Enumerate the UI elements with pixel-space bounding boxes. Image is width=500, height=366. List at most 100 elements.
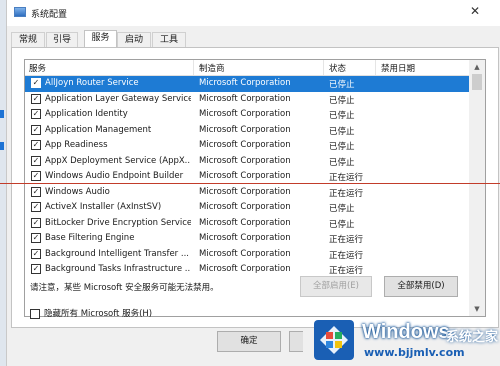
- service-status: 已停止: [329, 157, 355, 168]
- service-checkbox[interactable]: ✓: [31, 248, 41, 259]
- column-header-disabled-date[interactable]: 禁用日期: [381, 62, 415, 74]
- desktop-edge-marker: [0, 142, 4, 150]
- service-checkbox[interactable]: ✓: [31, 233, 41, 243]
- service-name: Background Intelligent Transfer ...: [45, 248, 189, 259]
- watermark-subtitle: 系统之家: [446, 330, 499, 345]
- service-name: App Readiness: [45, 140, 108, 150]
- site-watermark: Windows 系统之家 www.bjjmlv.com: [300, 316, 500, 366]
- service-name: Application Identity: [45, 109, 128, 119]
- services-panel: 服务 制造商 状态 禁用日期 ✓ AllJoyn Router Service Mi…: [11, 47, 499, 328]
- close-button[interactable]: ✕: [465, 3, 485, 19]
- service-checkbox[interactable]: ✓: [31, 186, 41, 197]
- service-checkbox[interactable]: ✓: [31, 78, 41, 88]
- table-row[interactable]: ✓ Base Filtering Engine Microsoft Corporat…: [25, 231, 471, 247]
- table-row[interactable]: ✓ Windows Audio Microsoft Corporation 正在运行: [25, 185, 471, 201]
- hide-microsoft-services-checkbox[interactable]: 隐藏所有 Microsoft 服务(H): [30, 307, 152, 319]
- service-manufacturer: Microsoft Corporation: [199, 248, 291, 259]
- service-status: 已停止: [329, 142, 355, 152]
- table-row[interactable]: ✓ AllJoyn Router Service Microsoft Corpora…: [25, 76, 471, 92]
- checkbox-box[interactable]: [30, 308, 40, 319]
- ok-button[interactable]: 确定: [217, 331, 281, 352]
- service-name: Application Management: [45, 124, 152, 135]
- window-title: 系统配置: [31, 10, 68, 20]
- service-checkbox[interactable]: ✓: [31, 109, 41, 119]
- service-status: 已停止: [329, 111, 355, 121]
- title-bar[interactable]: 系统配置 ✕: [7, 0, 500, 26]
- service-checkbox[interactable]: ✓: [31, 155, 41, 166]
- enable-all-button[interactable]: 全部启用(E): [300, 276, 372, 297]
- msconfig-icon: [14, 7, 26, 17]
- service-manufacturer: Microsoft Corporation: [199, 155, 291, 166]
- service-manufacturer: Microsoft Corporation: [199, 140, 291, 150]
- tab-tools[interactable]: 工具: [152, 32, 186, 47]
- service-manufacturer: Microsoft Corporation: [199, 78, 291, 88]
- service-checkbox[interactable]: ✓: [31, 217, 41, 228]
- table-row[interactable]: ✓ Application Identity Microsoft Corporati…: [25, 107, 471, 123]
- scroll-down-arrow-icon[interactable]: ▼: [469, 302, 485, 316]
- service-status: 已停止: [329, 204, 355, 214]
- service-name: AppX Deployment Service (AppX...: [45, 155, 191, 166]
- service-name: Base Filtering Engine: [45, 233, 135, 243]
- service-status: 已停止: [329, 126, 355, 137]
- table-row[interactable]: ✓ Application Management Microsoft Corpora…: [25, 123, 471, 139]
- service-checkbox[interactable]: ✓: [31, 93, 41, 104]
- service-manufacturer: Microsoft Corporation: [199, 124, 291, 135]
- scroll-thumb[interactable]: [472, 74, 482, 90]
- service-manufacturer: Microsoft Corporation: [199, 264, 291, 274]
- service-checkbox[interactable]: ✓: [31, 124, 41, 135]
- service-manufacturer: Microsoft Corporation: [199, 186, 291, 197]
- service-name: ActiveX Installer (AxInstSV): [45, 202, 162, 212]
- security-note: 请注意，某些 Microsoft 安全服务可能无法禁用。: [30, 283, 219, 293]
- hide-microsoft-services-label: 隐藏所有 Microsoft 服务(H): [44, 309, 153, 319]
- desktop-edge-marker: [0, 110, 4, 118]
- service-manufacturer: Microsoft Corporation: [199, 93, 291, 104]
- tab-services[interactable]: 服务: [84, 30, 117, 48]
- service-status: 正在运行: [329, 266, 364, 276]
- service-manufacturer: Microsoft Corporation: [199, 202, 291, 212]
- tab-general[interactable]: 常规: [11, 32, 45, 47]
- service-name: AllJoyn Router Service: [45, 78, 139, 88]
- service-name: Windows Audio: [45, 186, 110, 197]
- table-row[interactable]: ✓ Background Intelligent Transfer ... Micr…: [25, 247, 471, 263]
- vertical-scrollbar[interactable]: ▲ ▼: [469, 60, 485, 316]
- list-header: 服务 制造商 状态 禁用日期: [25, 60, 471, 76]
- watermark-brand: Windows: [362, 321, 450, 343]
- service-status: 正在运行: [329, 188, 364, 199]
- table-row[interactable]: ✓ Application Layer Gateway Service Micros…: [25, 92, 471, 108]
- service-checkbox[interactable]: ✓: [31, 202, 41, 212]
- service-checkbox[interactable]: ✓: [31, 171, 41, 181]
- disable-all-button[interactable]: 全部禁用(D): [384, 276, 458, 297]
- service-manufacturer: Microsoft Corporation: [199, 233, 291, 243]
- table-row[interactable]: ✓ ActiveX Installer (AxInstSV) Microsoft C…: [25, 200, 471, 216]
- service-status: 正在运行: [329, 235, 364, 245]
- column-divider[interactable]: [193, 60, 194, 75]
- column-header-manufacturer[interactable]: 制造商: [199, 62, 225, 74]
- service-checkbox[interactable]: ✓: [31, 140, 41, 150]
- windows-logo-icon: [314, 320, 354, 360]
- service-manufacturer: Microsoft Corporation: [199, 109, 291, 119]
- table-row[interactable]: ✓ AppX Deployment Service (AppX... Microso…: [25, 154, 471, 170]
- column-header-status[interactable]: 状态: [329, 62, 346, 74]
- service-name: Background Tasks Infrastructure ...: [45, 264, 191, 274]
- service-status: 正在运行: [329, 173, 364, 183]
- column-header-service[interactable]: 服务: [29, 62, 46, 74]
- tab-startup[interactable]: 启动: [117, 32, 151, 47]
- service-manufacturer: Microsoft Corporation: [199, 217, 291, 228]
- service-status: 已停止: [329, 219, 355, 230]
- column-divider[interactable]: [323, 60, 324, 75]
- column-divider[interactable]: [375, 60, 376, 75]
- watermark-url: www.bjjmlv.com: [364, 346, 465, 359]
- service-name: Application Layer Gateway Service: [45, 93, 191, 104]
- service-status: 已停止: [329, 80, 355, 90]
- annotation-line: [0, 183, 500, 184]
- tab-boot[interactable]: 引导: [46, 32, 78, 47]
- table-row[interactable]: ✓ App Readiness Microsoft Corporation 已停止: [25, 138, 471, 154]
- service-status: 已停止: [329, 95, 355, 106]
- scroll-up-arrow-icon[interactable]: ▲: [469, 60, 485, 74]
- service-name: BitLocker Drive Encryption Service: [45, 217, 191, 228]
- service-status: 正在运行: [329, 250, 364, 261]
- service-checkbox[interactable]: ✓: [31, 264, 41, 274]
- service-name: Windows Audio Endpoint Builder: [45, 171, 184, 181]
- table-row[interactable]: ✓ BitLocker Drive Encryption Service Micro…: [25, 216, 471, 232]
- service-manufacturer: Microsoft Corporation: [199, 171, 291, 181]
